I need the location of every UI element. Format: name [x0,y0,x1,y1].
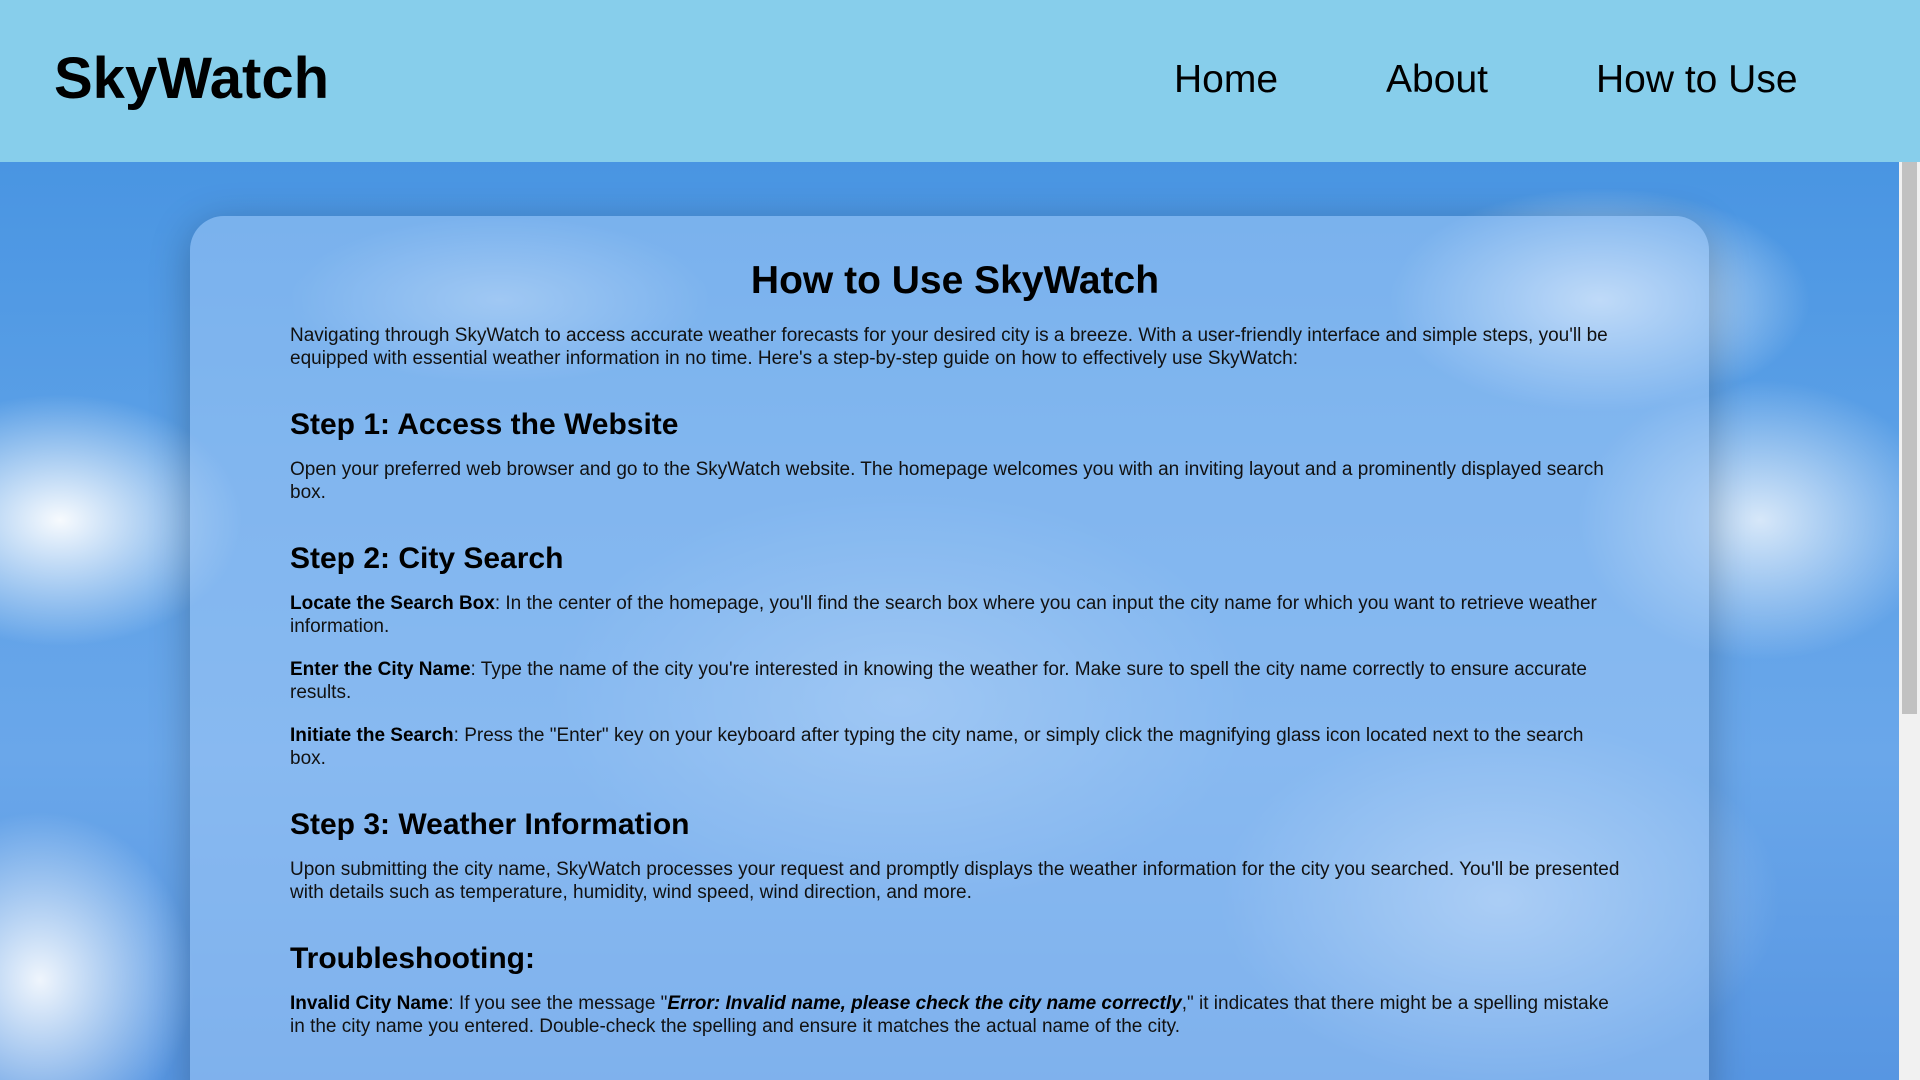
troubleshooting-text-before: : If you see the message " [448,993,668,1014]
error-message-text: Error: Invalid name, please check the ci… [667,993,1182,1014]
step2-item-initiate: Initiate the Search: Press the "Enter" k… [290,724,1620,770]
nav-link-how-to-use[interactable]: How to Use [1596,56,1798,104]
site-header: SkyWatch Home About How to Use [0,0,1920,162]
content-card: How to Use SkyWatch Navigating through S… [190,216,1709,1080]
step1-heading: Step 1: Access the Website [290,408,679,441]
scrollbar-thumb[interactable] [1902,162,1917,714]
step2-heading: Step 2: City Search [290,542,564,575]
step2-item-label: Initiate the Search [290,725,454,746]
page-title: How to Use SkyWatch [750,259,1160,302]
site-logo[interactable]: SkyWatch [54,44,329,114]
step2-item-enter: Enter the City Name: Type the name of th… [290,658,1620,704]
step1-paragraph: Open your preferred web browser and go t… [290,459,1604,503]
troubleshooting-heading: Troubleshooting: [290,942,535,975]
troubleshooting-label: Invalid City Name [290,993,449,1014]
troubleshooting-invalid-city: Invalid City Name: If you see the messag… [290,992,1620,1038]
step2-item-text: : Type the name of the city you're inter… [290,659,1587,703]
intro-paragraph: Navigating through SkyWatch to access ac… [290,325,1608,369]
step3-heading: Step 3: Weather Information [290,808,690,841]
page: SkyWatch Home About How to Use How to Us… [0,0,1920,1080]
step2-item-locate: Locate the Search Box: In the center of … [290,592,1620,638]
step3-paragraph: Upon submitting the city name, SkyWatch … [290,859,1620,903]
step2-item-label: Locate the Search Box [290,593,495,614]
step2-item-label: Enter the City Name [290,659,471,680]
main-nav: Home About How to Use [1174,56,1798,104]
step2-item-text: : Press the "Enter" key on your keyboard… [290,725,1584,769]
nav-link-about[interactable]: About [1386,56,1488,104]
nav-link-home[interactable]: Home [1174,56,1278,104]
page-scrollbar[interactable] [1899,162,1920,1080]
content-body: How to Use SkyWatch Navigating through S… [290,256,1620,1038]
